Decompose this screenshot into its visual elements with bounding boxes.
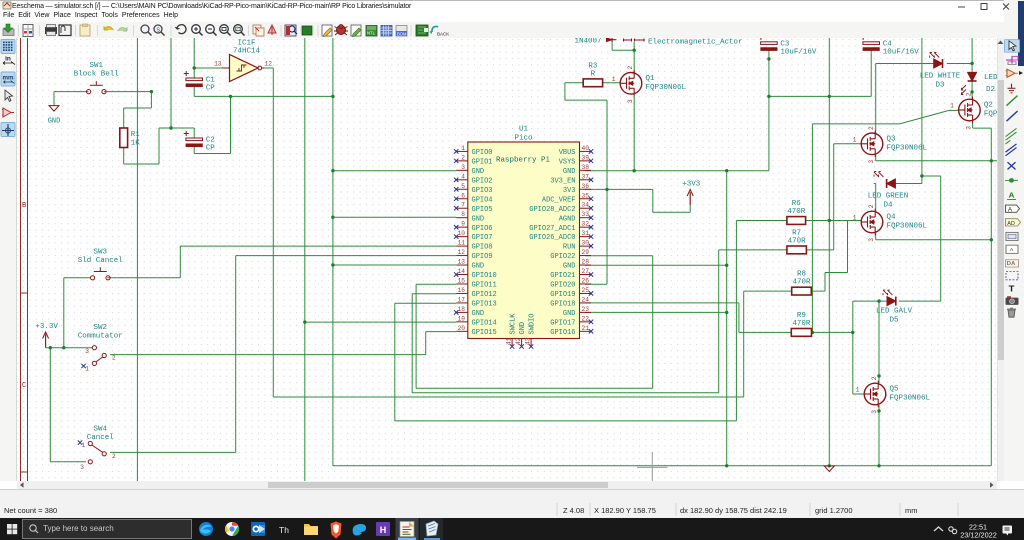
svg-text:T: T [1009, 284, 1015, 294]
svg-text:23/12/2022: 23/12/2022 [960, 531, 997, 540]
svg-text:in: in [5, 56, 11, 63]
svg-text:AD: AD [1007, 221, 1015, 227]
svg-text:Th: Th [279, 525, 289, 535]
svg-text:mm: mm [2, 75, 14, 82]
svg-text:NTL: NTL [367, 31, 376, 36]
svg-text:A: A [1009, 191, 1015, 200]
svg-text:BACK: BACK [437, 32, 449, 37]
svg-text:DA: DA [1007, 261, 1016, 267]
svg-text:BOM: BOM [397, 32, 407, 37]
svg-text:H: H [380, 525, 387, 535]
